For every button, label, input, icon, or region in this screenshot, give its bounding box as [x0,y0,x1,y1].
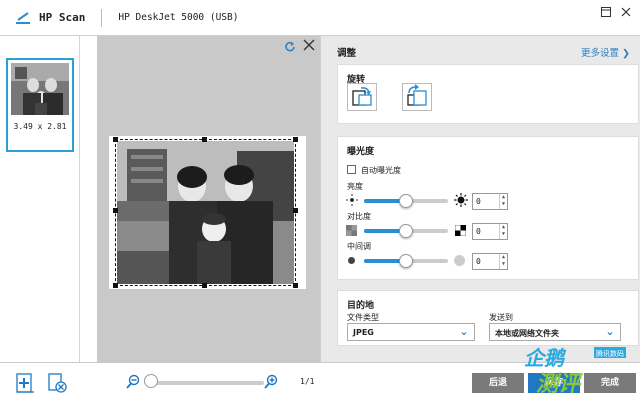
rotate-right-icon [407,84,427,106]
crop-handle[interactable] [293,208,298,213]
title-divider [101,8,103,27]
brightness-label: 亮度 [347,182,363,191]
crop-handle[interactable] [202,137,207,142]
brightness-slider[interactable] [364,194,448,208]
page-counter: 1/1 [300,377,315,386]
crop-handle[interactable] [113,283,118,288]
file-type-value: JPEG [353,328,374,337]
contrast-value: 0 [476,227,481,236]
midtone-label: 中间调 [347,242,371,251]
contrast-low-icon [346,225,357,236]
zoom-in-icon[interactable] [264,374,278,390]
crop-handle[interactable] [113,137,118,142]
contrast-spinner[interactable]: ▲ ▼ [499,224,507,239]
app-title: HP Scan [39,11,86,24]
rotate-card: 旋转 [337,64,639,124]
thumbnail-size-label: 3.49 x 2.81 [13,122,67,131]
contrast-slider[interactable] [364,224,448,238]
add-page-icon[interactable] [14,372,36,394]
device-name: HP DeskJet 5000 (USB) [118,12,239,23]
rotate-left-button[interactable] [347,83,377,111]
brightness-low-icon [346,194,358,206]
page-thumbnail[interactable] [6,58,74,152]
scan-preview-area [97,36,320,362]
file-type-select[interactable]: JPEG ⌄ [347,323,475,341]
scanner-logo-icon [15,11,31,25]
crop-selection[interactable] [113,137,298,288]
brightness-input[interactable]: 0 ▲ ▼ [472,193,508,210]
crop-handle[interactable] [293,283,298,288]
delete-page-icon[interactable] [46,372,68,394]
thumbnail-image [11,63,69,115]
scanned-page [109,136,306,289]
midtone-value: 0 [476,257,481,266]
midtone-input[interactable]: 0 ▲ ▼ [472,253,508,270]
title-bar: HP Scan HP DeskJet 5000 (USB) [0,0,640,36]
contrast-slider-knob[interactable] [399,224,413,238]
destination-title: 目的地 [347,301,375,311]
contrast-label: 对比度 [347,212,371,221]
settings-panel: 调整 更多设置 ❯ 旋转 曝光度 自动曝光度 亮度 0 ▲ ▼ 对比度 0 ▲ … [320,36,640,362]
close-window-icon[interactable] [620,6,632,18]
svg-text:腾讯数码: 腾讯数码 [596,349,624,358]
file-type-label: 文件类型 [347,313,379,322]
crop-handle[interactable] [113,208,118,213]
close-preview-icon[interactable] [302,38,316,52]
midtone-slider-knob[interactable] [399,254,413,268]
contrast-input[interactable]: 0 ▲ ▼ [472,223,508,240]
chevron-down-icon: ⌄ [459,325,469,338]
rotate-preview-icon[interactable] [284,40,296,52]
zoom-slider[interactable] [148,381,264,385]
brightness-slider-knob[interactable] [399,194,413,208]
brightness-value: 0 [476,197,481,206]
more-settings-link[interactable]: 更多设置 ❯ [581,45,630,59]
watermark-logo: 企鹅 测评 腾讯数码 [510,335,640,400]
rotate-left-icon [352,87,372,106]
midtone-high-icon [454,255,465,266]
exposure-card: 曝光度 自动曝光度 亮度 0 ▲ ▼ 对比度 0 ▲ ▼ 中间调 0 ▲ ▼ [337,136,639,280]
midtone-spinner[interactable]: ▲ ▼ [499,254,507,269]
panel-title: 调整 [337,48,357,59]
crop-handle[interactable] [293,137,298,142]
svg-text:测评: 测评 [536,372,584,397]
brightness-spinner[interactable]: ▲ ▼ [499,194,507,209]
restore-window-icon[interactable] [600,6,612,18]
brightness-high-icon [454,193,468,207]
send-to-label: 发送到 [489,313,513,322]
auto-exposure-checkbox[interactable] [347,165,356,174]
auto-exposure-label: 自动曝光度 [361,166,401,175]
rotate-right-button[interactable] [402,83,432,111]
midtone-slider[interactable] [364,254,448,268]
exposure-title: 曝光度 [347,147,375,157]
contrast-high-icon [454,224,467,237]
midtone-low-icon [348,257,355,264]
zoom-slider-knob[interactable] [144,374,158,388]
svg-text:企鹅: 企鹅 [524,346,567,370]
crop-handle[interactable] [202,283,207,288]
zoom-out-icon[interactable] [126,374,140,390]
thumbnail-strip: 3.49 x 2.81 [0,36,80,362]
